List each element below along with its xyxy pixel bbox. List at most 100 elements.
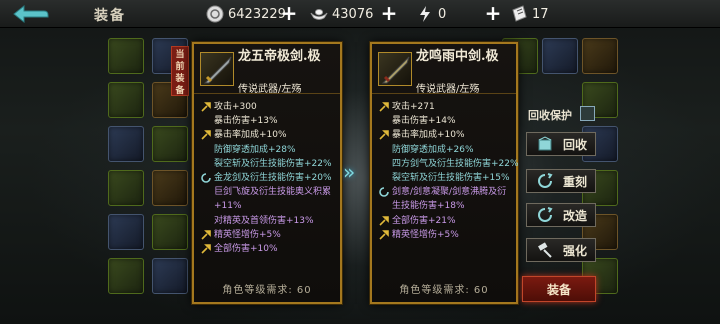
page-title: 装备 <box>94 8 126 24</box>
lightning-icon <box>416 5 434 23</box>
stat-line: 攻击+300 <box>198 100 336 114</box>
inventory-slot[interactable] <box>152 126 188 162</box>
add-stamina-button[interactable]: + <box>484 2 502 24</box>
silver-resource: 6423229 <box>206 3 286 25</box>
recycle-box-icon <box>538 136 552 151</box>
wrench-icon <box>201 230 211 240</box>
inventory-slot[interactable] <box>108 170 144 206</box>
stat-line: 裂空斩及衍生技能伤害+22% <box>198 157 336 171</box>
modify-icon <box>538 207 553 222</box>
inventory-slot[interactable] <box>152 214 188 250</box>
stat-text: 四方剑气及衍生技能伤害+22% <box>392 158 519 169</box>
stat-line: 暴击率加成+10% <box>198 128 336 142</box>
item-type: 传说武器/左殇 <box>238 84 302 95</box>
stat-text: 精英怪增伤+5% <box>392 229 459 240</box>
ticket-resource: 17 <box>510 3 549 25</box>
silver-value: 6423229 <box>228 6 286 22</box>
stat-text: 巨剑飞旋及衍生技能奥义积累+11% <box>214 187 332 212</box>
stat-text: 精英怪增伤+5% <box>214 229 281 240</box>
equip-button[interactable]: 装备 <box>522 276 596 302</box>
silver-coin-icon <box>206 5 224 23</box>
stat-text: 暴击率加成+10% <box>392 130 465 141</box>
top-bar: 装备 6423229 + 43076 + 0 + 17 <box>0 0 720 28</box>
stat-line: 巨剑飞旋及衍生技能奥义积累+11% <box>198 185 336 213</box>
wrench-icon <box>201 130 211 140</box>
modify-label: 改造 <box>563 208 588 223</box>
stat-text: 剑意/剑意凝聚/剑意沸腾及衍生技能伤害+18% <box>392 187 507 212</box>
inventory-slot[interactable] <box>152 170 188 206</box>
equipped-badge: 当前装备 <box>171 46 189 96</box>
stat-line: 四方剑气及衍生技能伤害+22% <box>376 157 519 171</box>
level-requirement: 角色等级需求: 60 <box>222 285 312 296</box>
stat-line: 精英怪增伤+5% <box>198 228 336 242</box>
inventory-slot[interactable] <box>582 38 618 74</box>
ticket-icon <box>510 5 528 23</box>
compare-arrow-icon: » <box>343 160 356 184</box>
stat-text: 裂空斩及衍生技能伤害+22% <box>214 158 332 169</box>
enhance-button[interactable]: 强化 <box>526 238 596 262</box>
stat-text: 裂空斩及衍生技能伤害+15% <box>392 173 510 184</box>
add-silver-button[interactable]: + <box>280 2 298 24</box>
stamina-value: 0 <box>438 6 447 22</box>
stat-text: 攻击+271 <box>392 102 435 112</box>
stat-text: 全部伤害+10% <box>214 244 278 255</box>
stat-text: 暴击伤害+13% <box>214 116 278 127</box>
enhance-label: 强化 <box>563 243 588 258</box>
reforge-button[interactable]: 重刻 <box>526 169 596 193</box>
inventory-slot[interactable] <box>108 82 144 118</box>
wrench-icon <box>379 215 389 226</box>
item-name: 龙五帝极剑.极 <box>238 49 321 64</box>
reforge-icon <box>538 173 553 188</box>
stat-line: 全部伤害+10% <box>198 242 336 256</box>
stamina-resource: 0 <box>416 3 446 25</box>
ingot-icon <box>310 5 328 23</box>
item-type: 传说武器/左殇 <box>416 84 480 95</box>
inventory-slot[interactable] <box>108 258 144 294</box>
inventory-slot[interactable] <box>542 38 578 74</box>
recycle-protect-label: 回收保护 <box>528 109 572 122</box>
item-name: 龙鸣雨中剑.极 <box>416 49 499 64</box>
sword-icon <box>378 52 412 86</box>
ticket-value: 17 <box>532 6 549 22</box>
sword-icon <box>200 52 234 86</box>
swirl-icon <box>201 173 211 183</box>
back-arrow-icon <box>13 4 49 24</box>
recycle-button[interactable]: 回收 <box>526 132 596 156</box>
stat-line: 剑意/剑意凝聚/剑意沸腾及衍生技能伤害+18% <box>376 185 512 213</box>
reforge-label: 重刻 <box>563 174 588 189</box>
stat-text: 暴击率加成+10% <box>214 130 287 141</box>
stat-text: 全部伤害+21% <box>392 215 456 226</box>
equipped-item-panel: 龙五帝极剑.极 传说武器/左殇 攻击+300 暴击伤害+13% 暴击率加成+10% 防… <box>192 42 342 304</box>
modify-button[interactable]: 改造 <box>526 203 596 227</box>
stat-text: 攻击+300 <box>214 102 257 112</box>
item-stats: 攻击+300 暴击伤害+13% 暴击率加成+10% 防御穿透加成+28% 裂空斩及衍生技… <box>194 100 340 256</box>
selected-item-panel: 龙鸣雨中剑.极 传说武器/左殇 攻击+271 暴击伤害+14% 暴击率加成+10% 防… <box>370 42 519 304</box>
inventory-slot[interactable] <box>108 214 144 250</box>
stat-line: 暴击伤害+14% <box>376 114 512 128</box>
stat-text: 防御穿透加成+28% <box>214 144 296 155</box>
inventory-slot[interactable] <box>152 258 188 294</box>
recycle-protect-checkbox[interactable] <box>580 106 595 121</box>
inventory-slot[interactable] <box>108 38 144 74</box>
stat-line: 暴击伤害+13% <box>198 114 336 128</box>
stat-line: 防御穿透加成+26% <box>376 143 512 157</box>
stat-line: 暴击率加成+10% <box>376 128 512 142</box>
wrench-icon <box>379 230 389 240</box>
stat-line: 对精英及首领伤害+13% <box>198 214 336 228</box>
add-ingot-button[interactable]: + <box>380 2 398 24</box>
wrench-icon <box>379 130 389 140</box>
stat-line: 金龙剑及衍生技能伤害+20% <box>198 171 336 185</box>
stat-text: 对精英及首领伤害+13% <box>214 215 314 226</box>
stat-line: 裂空斩及衍生技能伤害+15% <box>376 171 512 185</box>
back-button[interactable] <box>10 3 50 25</box>
stat-line: 防御穿透加成+28% <box>198 143 336 157</box>
wrench-icon <box>379 102 389 112</box>
hammer-icon <box>538 242 552 258</box>
level-requirement: 角色等级需求: 60 <box>399 285 489 296</box>
ingot-resource: 43076 <box>310 3 373 25</box>
stat-text: 暴击伤害+14% <box>392 116 456 127</box>
inventory-slot[interactable] <box>108 126 144 162</box>
item-header: 龙鸣雨中剑.极 传说武器/左殇 <box>372 44 516 95</box>
ingot-value: 43076 <box>332 6 374 22</box>
stat-text: 金龙剑及衍生技能伤害+20% <box>214 173 332 184</box>
